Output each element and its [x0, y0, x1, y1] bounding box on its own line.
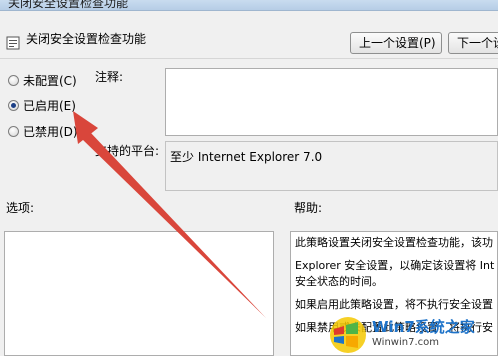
help-label: 帮助: — [294, 201, 323, 215]
window-title: 关闭安全设置检查功能 — [8, 0, 129, 10]
header-divider — [0, 58, 498, 59]
radio-circle-selected[interactable] — [8, 99, 19, 111]
radio-label: 已禁用(D) — [23, 124, 78, 139]
comment-label: 注释: — [95, 70, 124, 84]
policy-setting-icon — [6, 36, 20, 50]
radio-circle[interactable] — [8, 125, 19, 137]
supported-platform-label: 支持的平台: — [95, 144, 160, 158]
radio-disabled[interactable]: 已禁用(D) — [8, 123, 78, 139]
options-label: 选项: — [6, 201, 35, 215]
help-text-line: 安全状态的时间。 — [295, 275, 383, 288]
radio-label: 未配置(C) — [23, 73, 77, 88]
previous-setting-button[interactable]: 上一个设置(P) — [350, 32, 442, 54]
radio-circle[interactable] — [8, 74, 19, 86]
help-text-line: Explorer 安全设置，以确定该设置将 Int — [295, 259, 495, 272]
radio-not-configured[interactable]: 未配置(C) — [8, 72, 77, 88]
supported-platform-value: 至少 Internet Explorer 7.0 — [165, 141, 498, 191]
radio-label: 已启用(E) — [23, 98, 76, 113]
watermark-text: Win7系统之家 — [372, 318, 475, 336]
options-panel — [4, 231, 274, 356]
comment-textarea[interactable] — [165, 68, 498, 136]
watermark-url: Winwin7.com — [372, 337, 439, 348]
title-bar: 关闭安全设置检查功能 — [0, 0, 498, 11]
radio-enabled[interactable]: 已启用(E) — [8, 97, 76, 113]
policy-title: 关闭安全设置检查功能 — [26, 32, 147, 46]
next-setting-button[interactable]: 下一个设 — [448, 32, 498, 54]
help-text-line: 此策略设置关闭安全设置检查功能，该功 — [295, 236, 493, 249]
